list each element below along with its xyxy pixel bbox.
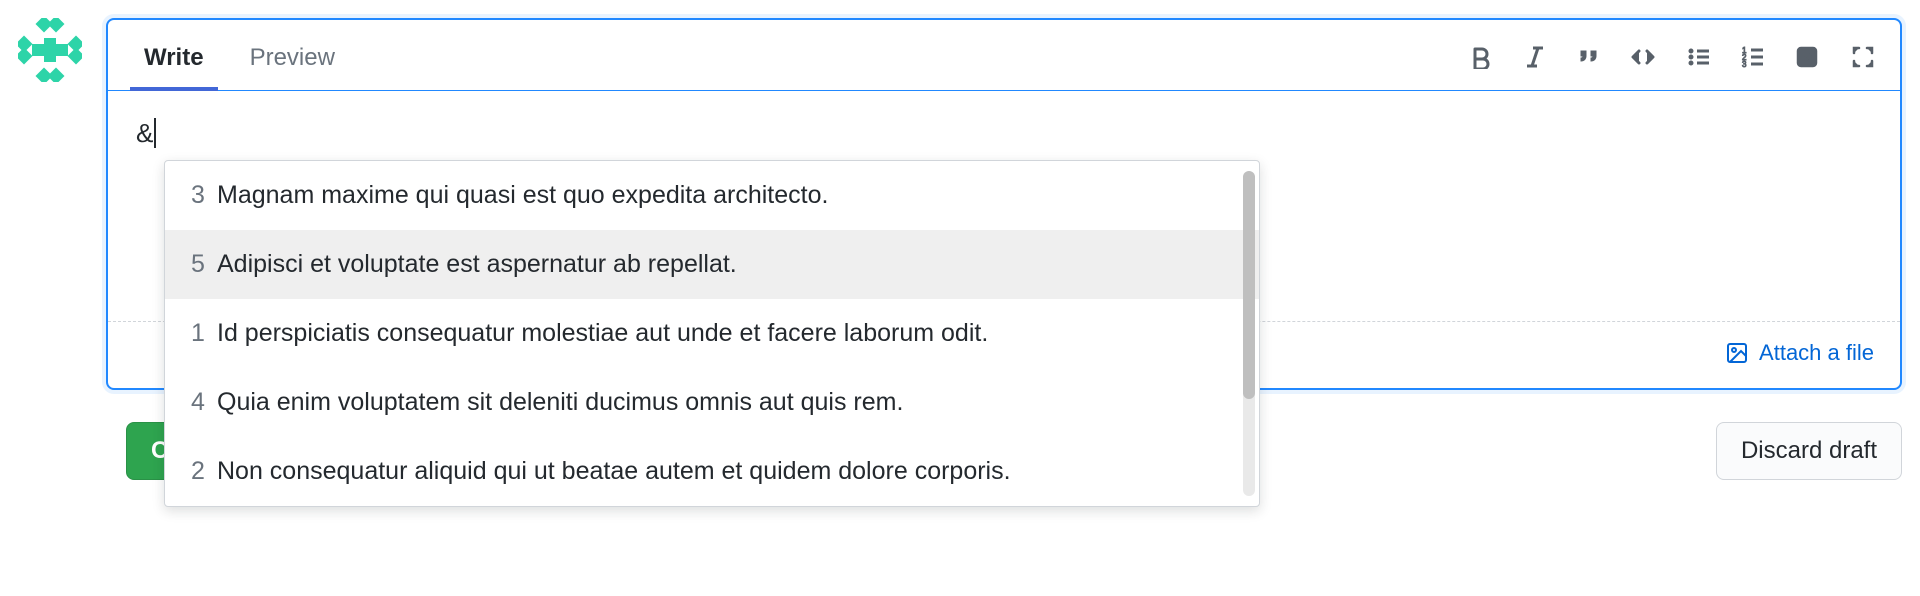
text-caret — [154, 118, 156, 148]
autocomplete-item-number: 3 — [191, 181, 207, 210]
autocomplete-item-number: 5 — [191, 250, 207, 279]
autocomplete-item[interactable]: 1 Id perspiciatis consequatur molestiae a… — [165, 299, 1259, 368]
fullscreen-icon[interactable] — [1850, 44, 1876, 70]
tasklist-icon[interactable] — [1794, 44, 1820, 70]
autocomplete-item[interactable]: 2 Non consequatur aliquid qui ut beatae a… — [165, 437, 1259, 506]
toolbar: 123 — [1468, 44, 1890, 80]
autocomplete-item-title: Id perspiciatis consequatur molestiae au… — [217, 319, 988, 348]
bold-icon[interactable] — [1468, 44, 1494, 70]
autocomplete-item-number: 2 — [191, 457, 207, 486]
avatar — [18, 18, 82, 82]
code-icon[interactable] — [1630, 44, 1656, 70]
ordered-list-icon[interactable]: 123 — [1740, 44, 1766, 70]
scrollbar-thumb[interactable] — [1243, 171, 1255, 399]
discard-draft-button[interactable]: Discard draft — [1716, 422, 1902, 480]
scrollbar[interactable] — [1243, 171, 1255, 496]
autocomplete-item-title: Magnam maxime qui quasi est quo expedita… — [217, 181, 828, 210]
quote-icon[interactable] — [1576, 44, 1602, 70]
autocomplete-item-title: Non consequatur aliquid qui ut beatae au… — [217, 457, 1011, 486]
editor-value: & — [136, 118, 153, 148]
unordered-list-icon[interactable] — [1686, 44, 1712, 70]
tab-write[interactable]: Write — [130, 34, 218, 90]
autocomplete-dropdown: 3 Magnam maxime qui quasi est quo expedit… — [164, 160, 1260, 507]
svg-text:3: 3 — [1742, 60, 1747, 69]
italic-icon[interactable] — [1522, 44, 1548, 70]
autocomplete-item-number: 4 — [191, 388, 207, 417]
autocomplete-item[interactable]: 4 Quia enim voluptatem sit deleniti ducim… — [165, 368, 1259, 437]
autocomplete-item[interactable]: 5 Adipisci et voluptate est aspernatur ab… — [165, 230, 1259, 299]
attach-file-link[interactable]: Attach a file — [1725, 340, 1874, 366]
autocomplete-item-title: Adipisci et voluptate est aspernatur ab … — [217, 250, 737, 279]
autocomplete-item-title: Quia enim voluptatem sit deleniti ducimu… — [217, 388, 903, 417]
tab-bar: Write Preview — [108, 20, 1900, 91]
autocomplete-item[interactable]: 3 Magnam maxime qui quasi est quo expedit… — [165, 161, 1259, 230]
autocomplete-item-number: 1 — [191, 319, 207, 348]
image-icon — [1725, 341, 1749, 365]
tab-preview[interactable]: Preview — [236, 34, 349, 90]
attach-label: Attach a file — [1759, 340, 1874, 366]
